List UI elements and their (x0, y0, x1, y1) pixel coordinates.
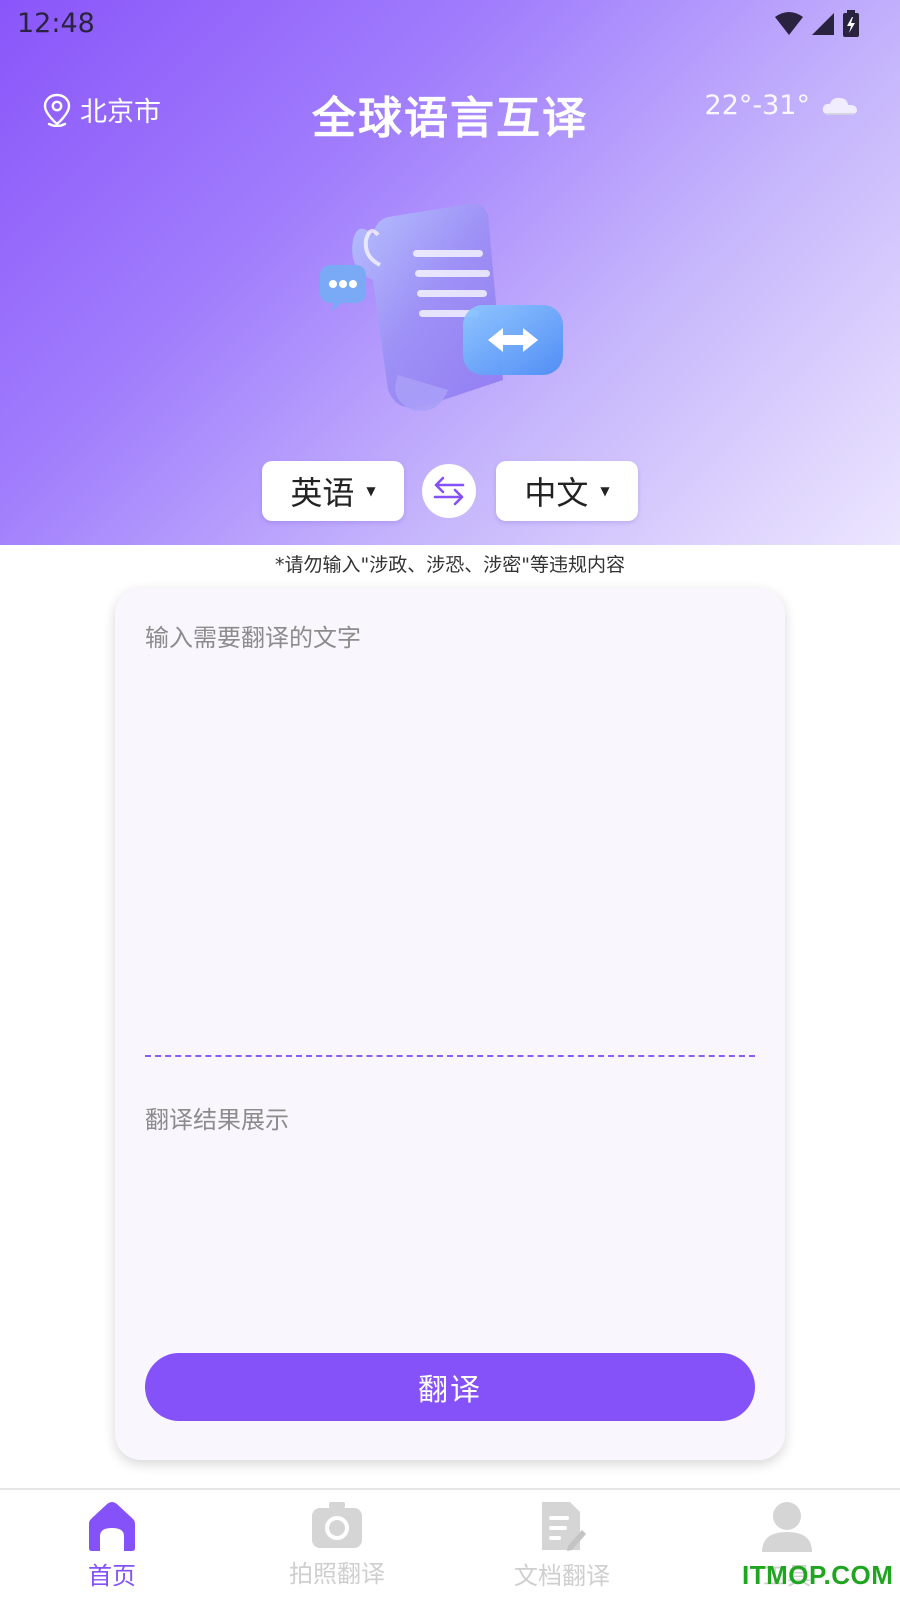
target-language-button[interactable]: 中文 ▼ (496, 461, 638, 521)
tab-home[interactable]: 首页 (12, 1500, 212, 1600)
cloud-icon (822, 97, 857, 115)
dashed-divider (145, 1055, 755, 1057)
status-time: 12:48 (17, 8, 95, 39)
tab-photo-translate[interactable]: 拍照翻译 (237, 1500, 437, 1600)
language-selector: 英语 ▼ 中文 ▼ (262, 461, 638, 521)
camera-icon (312, 1502, 362, 1548)
target-language-label: 中文 (524, 474, 589, 512)
source-language-label: 英语 (290, 474, 355, 512)
swap-arrows-icon (433, 476, 465, 506)
wifi-icon (775, 12, 803, 35)
status-icons (774, 10, 860, 38)
swap-languages-button[interactable] (422, 464, 476, 518)
content-warning: *请勿输入"涉政、涉恐、涉密"等违规内容 (275, 554, 625, 576)
translation-scroll-illustration (320, 203, 563, 411)
temperature-range: 22°-31° (704, 90, 810, 121)
weather: 22°-31° (705, 90, 860, 121)
translator-card: 翻译结果展示 翻译 (115, 588, 785, 1460)
translation-result: 翻译结果展示 (145, 1106, 289, 1134)
watermark: ITMOP.COM (742, 1560, 894, 1590)
source-language-button[interactable]: 英语 ▼ (262, 461, 404, 521)
source-text-input[interactable] (145, 618, 755, 1018)
tab-home-label: 首页 (88, 1562, 136, 1590)
translate-button[interactable]: 翻译 (145, 1353, 755, 1421)
tab-document-translate[interactable]: 文档翻译 (462, 1500, 662, 1600)
battery-icon (843, 10, 859, 37)
home-icon (89, 1502, 135, 1551)
tab-photo-translate-label: 拍照翻译 (289, 1560, 385, 1588)
caret-down-icon: ▼ (366, 484, 376, 498)
document-icon (542, 1502, 586, 1551)
header-banner: 12:48 北京市 全球语言互译 22°-31° 英语 ▼ 中文 ▼ (0, 0, 900, 545)
caret-down-icon: ▼ (600, 484, 610, 498)
signal-icon (812, 13, 834, 35)
user-icon (762, 1502, 812, 1552)
tab-document-translate-label: 文档翻译 (514, 1562, 610, 1590)
status-bar: 12:48 (0, 0, 900, 50)
